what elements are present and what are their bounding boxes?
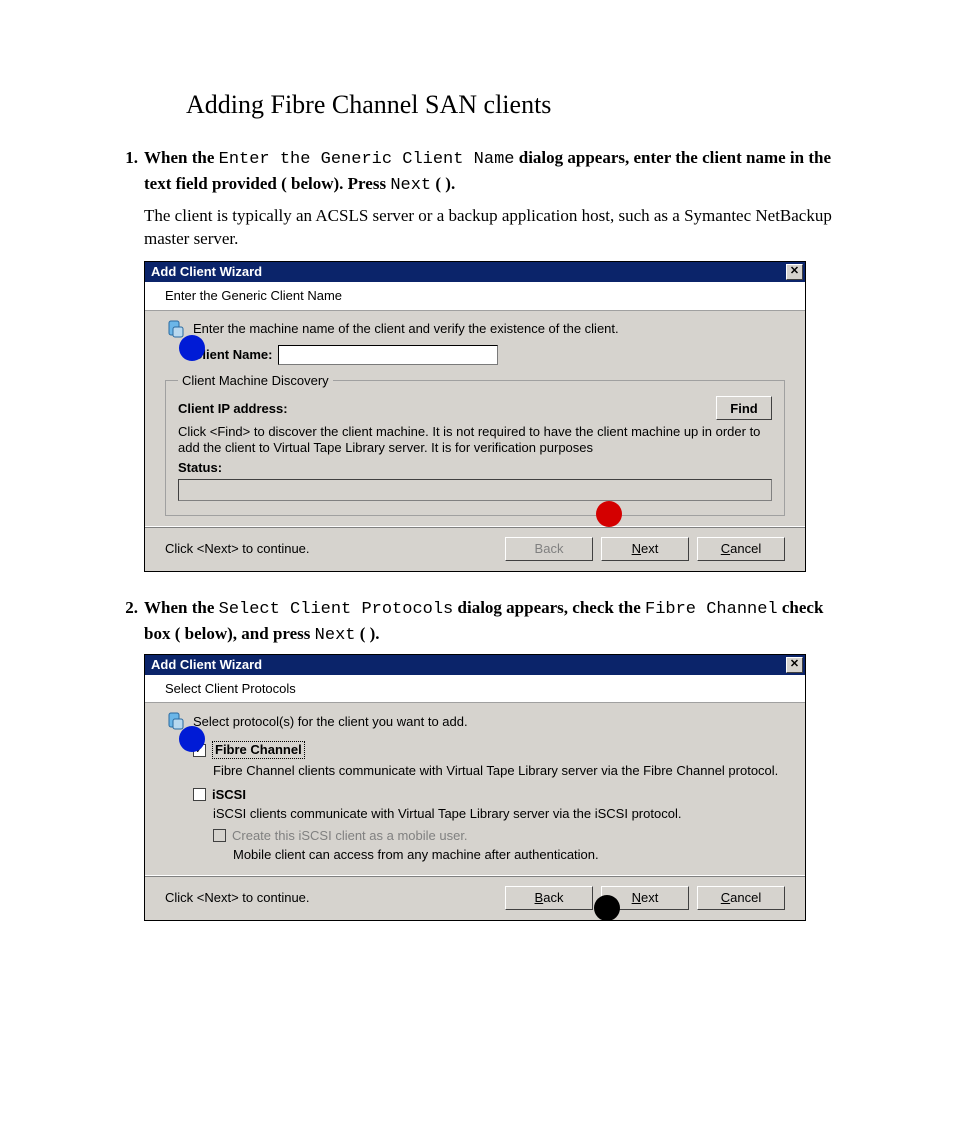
mobile-desc: Mobile client can access from any machin… <box>233 847 785 863</box>
fibre-channel-desc: Fibre Channel clients communicate with V… <box>213 763 785 779</box>
next-button[interactable]: Next <box>601 537 689 561</box>
wizard-2-footer: Click <Next> to continue. Back Next Canc… <box>145 875 805 920</box>
wizard-1-subhead: Enter the Generic Client Name <box>145 282 805 311</box>
wizard-2: Add Client Wizard ✕ Select Client Protoc… <box>144 654 806 921</box>
footer-note: Click <Next> to continue. <box>165 541 310 557</box>
status-box <box>178 479 772 501</box>
step-2-num: 2. <box>110 596 144 648</box>
wizard-2-title: Add Client Wizard <box>151 655 262 675</box>
back-button[interactable]: Back <box>505 886 593 910</box>
mobile-label: Create this iSCSI client as a mobile use… <box>232 828 468 844</box>
cancel-button[interactable]: Cancel <box>697 886 785 910</box>
discovery-legend: Client Machine Discovery <box>178 373 333 389</box>
wizard-1-intro: Enter the machine name of the client and… <box>193 321 619 337</box>
wizard-2-subhead: Select Client Protocols <box>145 675 805 704</box>
wizard-2-titlebar: Add Client Wizard ✕ <box>145 655 805 675</box>
wizard-1-footer: Click <Next> to continue. Back Next Canc… <box>145 526 805 571</box>
marker-black <box>594 895 620 921</box>
iscsi-desc: iSCSI clients communicate with Virtual T… <box>213 806 785 822</box>
iscsi-option[interactable]: iSCSI <box>193 787 785 803</box>
fibre-channel-label: Fibre Channel <box>215 742 302 757</box>
iscsi-checkbox[interactable] <box>193 788 206 801</box>
status-label: Status: <box>178 460 766 476</box>
mobile-checkbox <box>213 829 226 842</box>
step-1-note: The client is typically an ACSLS server … <box>144 204 844 252</box>
back-button: Back <box>505 537 593 561</box>
close-icon[interactable]: ✕ <box>786 657 803 673</box>
wizard-1-title: Add Client Wizard <box>151 262 262 282</box>
find-button[interactable]: Find <box>716 396 772 420</box>
marker-blue-1 <box>179 335 205 361</box>
step-2: 2. When the Select Client Protocols dial… <box>110 596 844 648</box>
close-icon[interactable]: ✕ <box>786 264 803 280</box>
step-1-num: 1. <box>110 146 144 198</box>
step-1-body: When the Enter the Generic Client Name d… <box>144 146 844 198</box>
marker-blue-2 <box>179 726 205 752</box>
wizard-1: Add Client Wizard ✕ Enter the Generic Cl… <box>144 261 806 572</box>
footer-note: Click <Next> to continue. <box>165 890 310 906</box>
page-heading: Adding Fibre Channel SAN clients <box>186 90 844 120</box>
mobile-option: Create this iSCSI client as a mobile use… <box>213 828 785 844</box>
ip-label: Client IP address: <box>178 401 288 417</box>
client-name-input[interactable] <box>278 345 498 365</box>
iscsi-label: iSCSI <box>212 787 246 803</box>
discovery-help-text: Click <Find> to discover the client mach… <box>178 424 772 455</box>
wizard-1-titlebar: Add Client Wizard ✕ <box>145 262 805 282</box>
cancel-button[interactable]: Cancel <box>697 537 785 561</box>
discovery-group: Client Machine Discovery Client IP addre… <box>165 373 785 516</box>
marker-red <box>596 501 622 527</box>
wizard-icon <box>165 319 185 339</box>
fibre-channel-option[interactable]: Fibre Channel <box>193 741 785 759</box>
step-1: 1. When the Enter the Generic Client Nam… <box>110 146 844 198</box>
step-2-body: When the Select Client Protocols dialog … <box>144 596 844 648</box>
wizard-icon <box>165 711 185 731</box>
wizard-2-intro: Select protocol(s) for the client you wa… <box>193 714 468 730</box>
